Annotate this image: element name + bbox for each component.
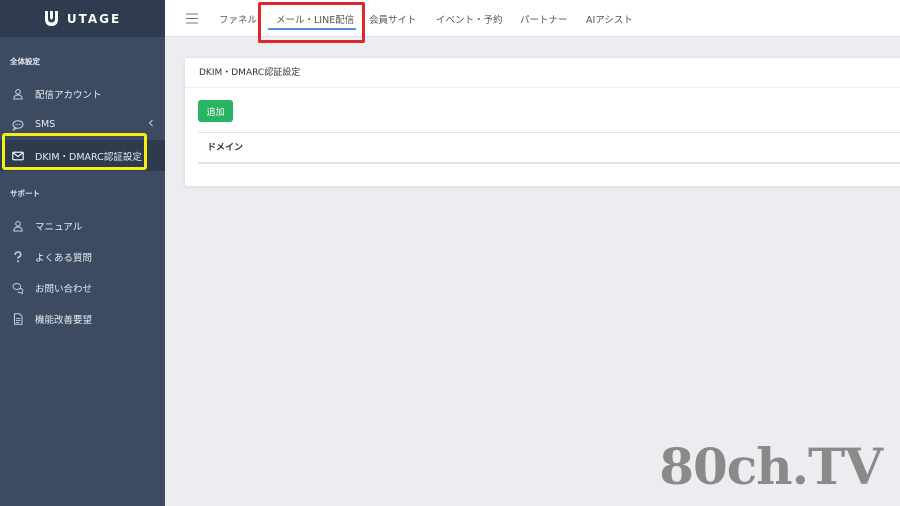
sidebar-item-label: 機能改善要望 [35, 314, 93, 326]
document-icon [12, 312, 24, 325]
tab-mail-line-delivery[interactable]: メール・LINE配信 [276, 12, 354, 26]
chat-bubbles-icon [12, 282, 24, 294]
sidebar-item-manual[interactable]: マニュアル [0, 210, 165, 241]
sidebar-item-feature-request[interactable]: 機能改善要望 [0, 303, 165, 334]
domain-table: ドメイン [198, 132, 900, 164]
sidebar-item-label: DKIM・DMARC認証設定 [35, 151, 142, 163]
sidebar-item-faq[interactable]: よくある質問 [0, 241, 165, 272]
sidebar-item-label: SMS [35, 119, 56, 130]
section-label-general: 全体設定 [10, 57, 40, 66]
sidebar-item-label: お問い合わせ [35, 283, 93, 295]
active-tab-indicator [268, 28, 356, 30]
sidebar-item-sms[interactable]: SMS [0, 109, 165, 140]
logo-bar: UTAGE [0, 0, 165, 37]
question-icon [12, 250, 24, 263]
tab-partner[interactable]: パートナー [520, 12, 568, 26]
tab-member-site[interactable]: 会員サイト [369, 12, 417, 26]
dkim-dmarc-card: DKIM・DMARC認証設定 追加 ドメイン [184, 57, 900, 187]
sidebar-item-label: 配信アカウント [35, 89, 102, 101]
hamburger-menu-icon[interactable] [186, 13, 198, 24]
watermark: 80ch.TV [659, 437, 883, 496]
sidebar-item-dkim-dmarc[interactable]: DKIM・DMARC認証設定 [0, 140, 165, 171]
top-navigation: ファネル メール・LINE配信 会員サイト イベント・予約 パートナー AIアシ… [165, 0, 900, 37]
chevron-left-icon [148, 119, 153, 127]
chat-bubble-icon [12, 119, 24, 131]
sidebar-item-label: マニュアル [35, 221, 83, 233]
add-button[interactable]: 追加 [198, 100, 233, 122]
card-title: DKIM・DMARC認証設定 [185, 58, 900, 88]
user-icon [12, 220, 24, 232]
utage-logo-icon [44, 11, 58, 26]
tab-event-reservation[interactable]: イベント・予約 [436, 12, 503, 26]
sidebar-item-contact[interactable]: お問い合わせ [0, 272, 165, 303]
table-header-domain: ドメイン [198, 133, 900, 164]
user-icon [12, 88, 24, 100]
tab-ai-assist[interactable]: AIアシスト [586, 12, 633, 26]
section-label-support: サポート [10, 189, 40, 198]
envelope-icon [12, 150, 24, 162]
sidebar-item-label: よくある質問 [35, 252, 93, 264]
sidebar: UTAGE 全体設定 配信アカウント SMS DKIM・DMARC認証設定 サポ… [0, 0, 165, 506]
tab-funnel[interactable]: ファネル [219, 12, 257, 26]
logo-text: UTAGE [66, 11, 122, 26]
sidebar-item-delivery-account[interactable]: 配信アカウント [0, 78, 165, 109]
